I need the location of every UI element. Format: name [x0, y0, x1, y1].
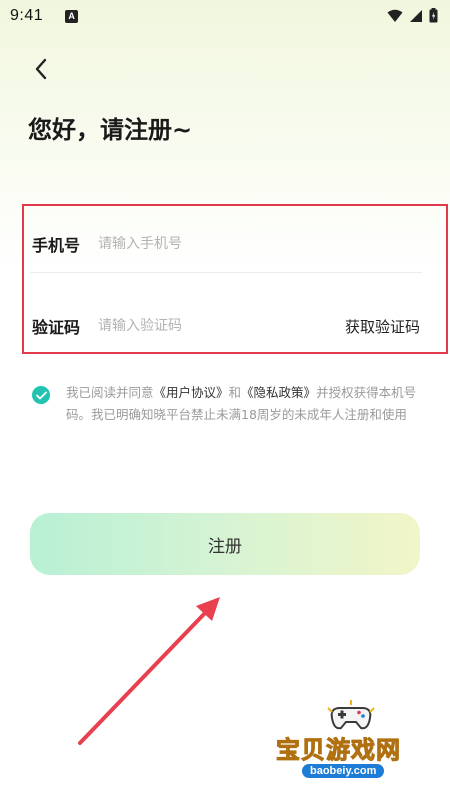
agreement-checkbox[interactable] — [32, 386, 50, 404]
phone-label: 手机号 — [32, 236, 81, 255]
watermark-url: baobeiy.com — [302, 764, 385, 778]
privacy-policy-link[interactable]: 《隐私政策》 — [241, 385, 316, 400]
code-input[interactable] — [98, 318, 288, 334]
back-button[interactable] — [26, 54, 56, 84]
status-bar: 9:41 A — [0, 0, 450, 32]
status-icons — [387, 8, 438, 23]
signal-icon — [410, 9, 422, 22]
register-form: 手机号 验证码 获取验证码 — [22, 204, 448, 354]
user-agreement-link[interactable]: 《用户协议》 — [154, 385, 229, 400]
check-icon — [35, 391, 47, 399]
get-code-button[interactable]: 获取验证码 — [345, 316, 420, 337]
notification-icon: A — [65, 9, 79, 23]
battery-icon — [429, 8, 438, 23]
register-button[interactable]: 注册 — [30, 513, 420, 575]
wifi-icon — [387, 9, 403, 22]
agreement-prefix: 我已阅读并同意 — [66, 385, 154, 400]
code-label: 验证码 — [32, 318, 81, 337]
status-time: 9:41 — [10, 7, 44, 24]
agreement-and: 和 — [228, 385, 242, 400]
code-row: 验证码 获取验证码 — [32, 296, 422, 356]
gamepad-icon — [327, 700, 375, 730]
watermark: 宝贝游戏网 baobeiy.com — [270, 698, 440, 798]
phone-row: 手机号 — [32, 214, 422, 274]
phone-input[interactable] — [98, 236, 288, 252]
page-title: 您好，请注册~ — [28, 116, 193, 144]
watermark-title: 宝贝游戏网 — [276, 736, 401, 765]
divider — [30, 272, 422, 273]
chevron-left-icon — [35, 58, 47, 80]
agreement-text: 我已阅读并同意《用户协议》和《隐私政策》并授权获得本机号码。我已明确知晓平台禁止… — [66, 382, 422, 426]
agreement: 我已阅读并同意《用户协议》和《隐私政策》并授权获得本机号码。我已明确知晓平台禁止… — [32, 382, 422, 426]
